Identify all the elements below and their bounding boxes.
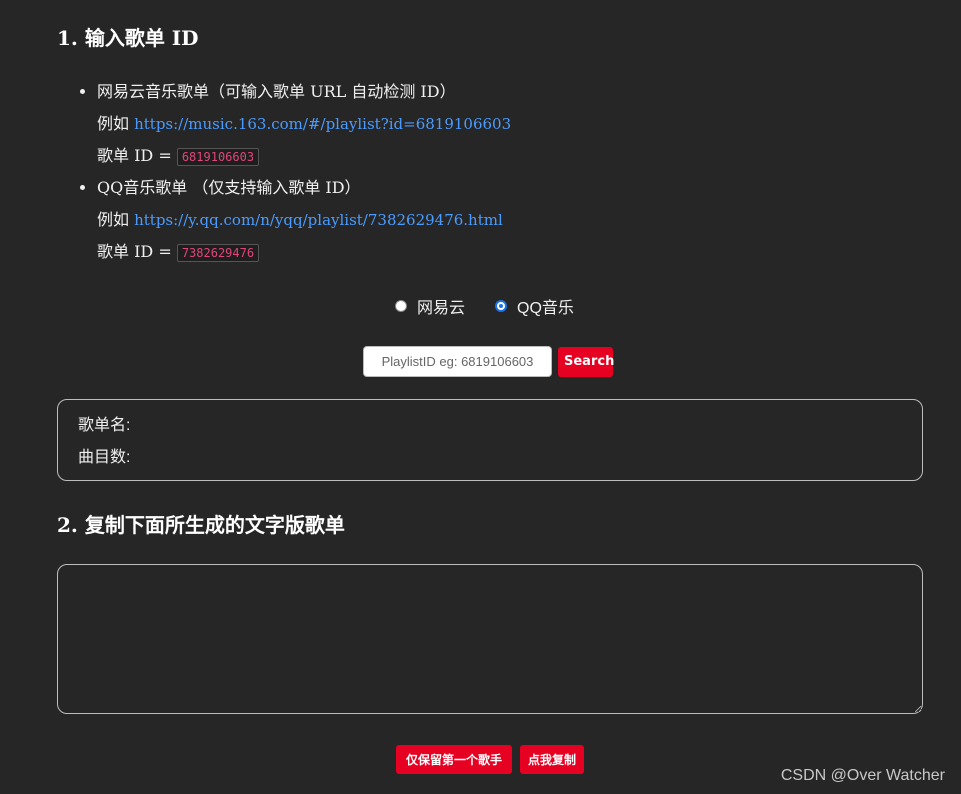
track-count-label: 曲目数: bbox=[78, 449, 131, 466]
search-row: Search bbox=[363, 346, 614, 377]
playlist-output-textarea[interactable] bbox=[57, 564, 923, 714]
radio-qq-dot[interactable] bbox=[495, 300, 508, 312]
keep-first-artist-button[interactable]: 仅保留第一个歌手 bbox=[396, 745, 512, 774]
copy-button[interactable]: 点我复制 bbox=[520, 745, 584, 774]
radio-netease[interactable]: 网易云 bbox=[395, 294, 465, 318]
example-url-link[interactable]: https://y.qq.com/n/yqq/playlist/73826294… bbox=[134, 211, 503, 229]
radio-netease-dot[interactable] bbox=[395, 300, 407, 312]
id-label: 歌单 ID = bbox=[97, 242, 172, 261]
id-line: 歌单 ID = 6819106603 bbox=[97, 144, 511, 176]
example-prefix: 例如 bbox=[97, 210, 130, 229]
source-item-qq: QQ音乐歌单 （仅支持输入歌单 ID） 例如 https://y.qq.com/… bbox=[97, 176, 511, 272]
playlist-info-box: 歌单名: 曲目数: bbox=[57, 399, 923, 481]
playlist-name-label: 歌单名: bbox=[78, 417, 131, 434]
example-url-link[interactable]: https://music.163.com/#/playlist?id=6819… bbox=[134, 115, 511, 133]
radio-qq-label: QQ音乐 bbox=[517, 300, 574, 317]
source-label: QQ音乐歌单 （仅支持输入歌单 ID） bbox=[97, 178, 361, 197]
section2-title: 2. 复制下面所生成的文字版歌单 bbox=[57, 513, 345, 537]
example-line: 例如 https://music.163.com/#/playlist?id=6… bbox=[97, 112, 511, 144]
source-list: 网易云音乐歌单（可输入歌单 URL 自动检测 ID） 例如 https://mu… bbox=[79, 80, 511, 272]
playlist-id-input[interactable] bbox=[363, 346, 552, 377]
playlist-id-code: 6819106603 bbox=[176, 148, 260, 166]
radio-netease-label: 网易云 bbox=[417, 300, 466, 317]
playlist-id-code: 7382629476 bbox=[176, 244, 260, 262]
watermark: CSDN @Over Watcher bbox=[780, 767, 945, 784]
id-line: 歌单 ID = 7382629476 bbox=[97, 240, 511, 272]
example-line: 例如 https://y.qq.com/n/yqq/playlist/73826… bbox=[97, 208, 511, 240]
source-item-netease: 网易云音乐歌单（可输入歌单 URL 自动检测 ID） 例如 https://mu… bbox=[97, 80, 511, 176]
radio-qq[interactable]: QQ音乐 bbox=[495, 294, 574, 318]
source-label: 网易云音乐歌单（可输入歌单 URL 自动检测 ID） bbox=[97, 82, 456, 101]
platform-radio-group: 网易云 QQ音乐 bbox=[395, 294, 604, 318]
section1-title: 1. 输入歌单 ID bbox=[57, 26, 199, 50]
action-buttons: 仅保留第一个歌手 点我复制 bbox=[396, 745, 592, 774]
example-prefix: 例如 bbox=[97, 114, 130, 133]
search-button[interactable]: Search bbox=[558, 346, 614, 377]
id-label: 歌单 ID = bbox=[97, 146, 172, 165]
